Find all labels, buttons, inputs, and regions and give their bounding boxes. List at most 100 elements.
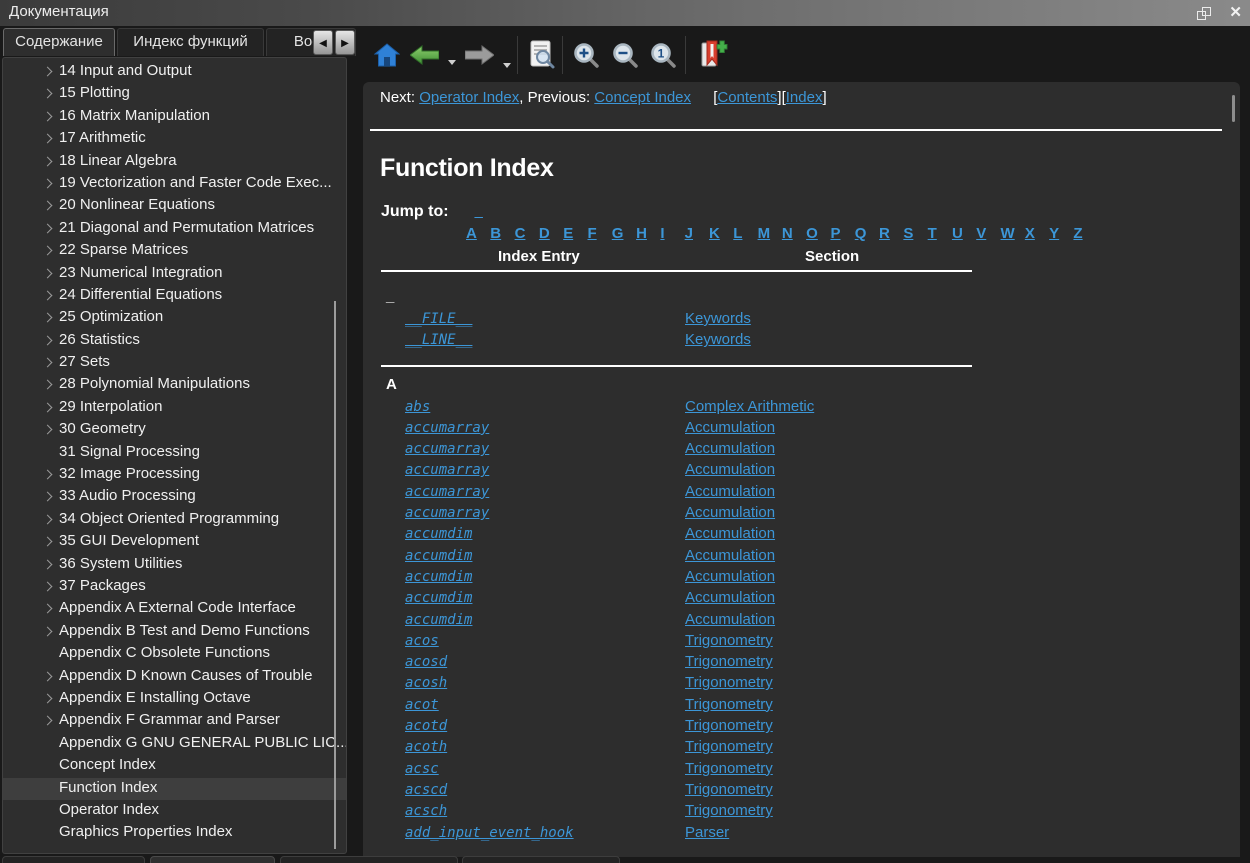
letter-link[interactable]: A — [466, 225, 490, 242]
section-link[interactable]: Accumulation — [685, 525, 775, 542]
function-link[interactable]: accumdim — [405, 569, 472, 585]
tree-item[interactable]: Appendix A External Code Interface — [3, 598, 346, 620]
chevron-right-icon[interactable] — [43, 335, 53, 345]
letter-link[interactable]: I — [660, 225, 684, 242]
section-link[interactable]: Trigonometry — [685, 738, 773, 755]
letter-link[interactable]: O — [806, 225, 830, 242]
zoom-in-button[interactable] — [573, 42, 600, 74]
tab-scroll-left-icon[interactable]: ◀ — [313, 30, 333, 55]
tree-item[interactable]: 23 Numerical Integration — [3, 263, 346, 285]
chevron-right-icon[interactable] — [43, 380, 53, 390]
chevron-right-icon[interactable] — [43, 492, 53, 502]
chevron-right-icon[interactable] — [43, 134, 53, 144]
function-link[interactable]: accumdim — [405, 612, 472, 628]
index-link[interactable]: Index — [786, 89, 823, 106]
function-link[interactable]: acosd — [405, 654, 447, 670]
tree-item[interactable]: 15 Plotting — [3, 83, 346, 105]
function-link[interactable]: acoth — [405, 739, 447, 755]
chevron-right-icon[interactable] — [43, 559, 53, 569]
close-icon[interactable]: ✕ — [1229, 0, 1242, 26]
next-link[interactable]: Operator Index — [419, 89, 519, 106]
section-link[interactable]: Accumulation — [685, 483, 775, 500]
zoom-original-button[interactable]: 1 — [650, 42, 677, 74]
function-link[interactable]: add_input_event_hook — [405, 825, 574, 841]
chevron-right-icon[interactable] — [43, 470, 53, 480]
chevron-right-icon[interactable] — [43, 402, 53, 412]
letter-link[interactable]: Y — [1049, 225, 1073, 242]
letter-link[interactable]: Z — [1073, 225, 1097, 242]
bottom-cutoff-button[interactable] — [462, 856, 620, 863]
chevron-right-icon[interactable] — [43, 67, 53, 77]
section-link[interactable]: Complex Arithmetic — [685, 398, 814, 415]
function-link[interactable]: acotd — [405, 718, 447, 734]
chevron-right-icon[interactable] — [43, 582, 53, 592]
section-link[interactable]: Trigonometry — [685, 781, 773, 798]
section-link[interactable]: Accumulation — [685, 440, 775, 457]
chevron-right-icon[interactable] — [43, 179, 53, 189]
section-link[interactable]: Accumulation — [685, 504, 775, 521]
function-link[interactable]: acsc — [405, 761, 439, 777]
section-link[interactable]: Keywords — [685, 331, 751, 348]
browser-scrollbar[interactable] — [1232, 95, 1235, 122]
previous-link[interactable]: Concept Index — [594, 89, 691, 106]
contents-link[interactable]: Contents — [717, 89, 777, 106]
letter-link[interactable]: W — [1001, 225, 1025, 242]
letter-link[interactable]: H — [636, 225, 660, 242]
chevron-right-icon[interactable] — [43, 514, 53, 524]
function-link[interactable]: accumarray — [405, 420, 489, 436]
function-link[interactable]: acosh — [405, 675, 447, 691]
chevron-right-icon[interactable] — [43, 290, 53, 300]
letter-link[interactable]: R — [879, 225, 903, 242]
function-link[interactable]: acot — [405, 697, 439, 713]
tree-item[interactable]: 37 Packages — [3, 576, 346, 598]
chevron-right-icon[interactable] — [43, 671, 53, 681]
chevron-right-icon[interactable] — [43, 201, 53, 211]
section-link[interactable]: Accumulation — [685, 611, 775, 628]
tab-function-index[interactable]: Индекс функций — [117, 28, 264, 56]
letter-link[interactable]: D — [539, 225, 563, 242]
function-link[interactable]: accumdim — [405, 590, 472, 606]
add-bookmark-button[interactable] — [700, 40, 728, 75]
tree-item[interactable]: 24 Differential Equations — [3, 285, 346, 307]
letter-link[interactable]: F — [587, 225, 611, 242]
letter-link[interactable]: T — [928, 225, 952, 242]
section-link[interactable]: Trigonometry — [685, 717, 773, 734]
tree-item[interactable]: Appendix D Known Causes of Trouble — [3, 666, 346, 688]
function-link[interactable]: accumarray — [405, 441, 489, 457]
section-link[interactable]: Accumulation — [685, 461, 775, 478]
tree-item[interactable]: 33 Audio Processing — [3, 486, 346, 508]
section-link[interactable]: Parser — [685, 824, 729, 841]
letter-link[interactable]: B — [490, 225, 514, 242]
tree-item[interactable]: 14 Input and Output — [3, 61, 346, 83]
letter-link[interactable]: K — [709, 225, 733, 242]
function-link[interactable]: __FILE__ — [405, 311, 472, 327]
chevron-right-icon[interactable] — [43, 268, 53, 278]
section-link[interactable]: Trigonometry — [685, 653, 773, 670]
function-link[interactable]: accumarray — [405, 462, 489, 478]
tree-item[interactable]: 26 Statistics — [3, 330, 346, 352]
letter-link[interactable]: V — [976, 225, 1000, 242]
letter-link[interactable]: J — [685, 225, 709, 242]
letter-link[interactable]: M — [758, 225, 782, 242]
section-link[interactable]: Trigonometry — [685, 696, 773, 713]
section-link[interactable]: Accumulation — [685, 568, 775, 585]
section-link[interactable]: Trigonometry — [685, 760, 773, 777]
function-link[interactable]: acscd — [405, 782, 447, 798]
function-link[interactable]: abs — [405, 399, 430, 415]
function-link[interactable]: accumdim — [405, 548, 472, 564]
chevron-right-icon[interactable] — [43, 223, 53, 233]
tree-item[interactable]: 27 Sets — [3, 352, 346, 374]
section-link[interactable]: Accumulation — [685, 419, 775, 436]
tree-item[interactable]: 20 Nonlinear Equations — [3, 195, 346, 217]
chevron-right-icon[interactable] — [43, 716, 53, 726]
tree-item[interactable]: Appendix G GNU GENERAL PUBLIC LIC... — [3, 733, 346, 755]
chevron-right-icon[interactable] — [43, 693, 53, 703]
tab-contents[interactable]: Содержание — [3, 28, 115, 56]
function-link[interactable]: acos — [405, 633, 439, 649]
function-link[interactable]: accumarray — [405, 484, 489, 500]
forward-history-caret-icon[interactable] — [503, 63, 511, 68]
chevron-right-icon[interactable] — [43, 358, 53, 368]
tree-item[interactable]: 32 Image Processing — [3, 464, 346, 486]
restore-icon[interactable] — [1197, 7, 1211, 20]
find-button[interactable] — [528, 40, 556, 75]
